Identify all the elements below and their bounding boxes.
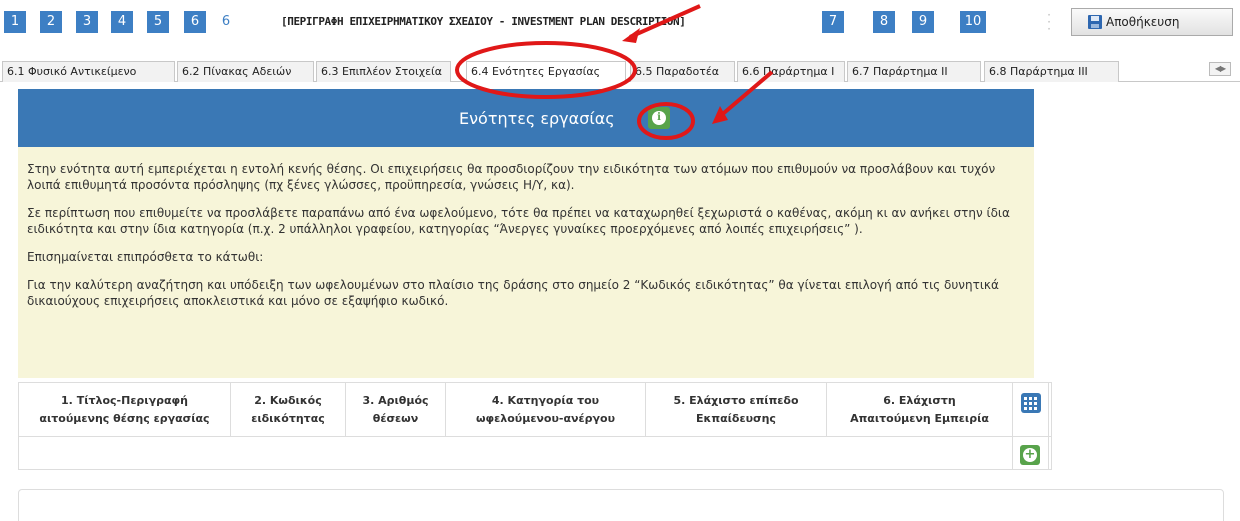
column-header-title-line2: αιτούμενης θέσης εργασίας — [39, 412, 210, 425]
tab-6-5[interactable]: 6.5 Παραδοτέα — [630, 61, 735, 82]
tab-6-7[interactable]: 6.7 Παράρτημα II — [847, 61, 981, 82]
bottom-panel — [18, 489, 1224, 521]
table-header-row: 1. Τίτλος-Περιγραφή αιτούμενης θέσης εργ… — [18, 382, 1052, 437]
column-header-beneficiary-category-line2: ωφελούμενου-ανέργου — [475, 412, 616, 425]
column-header-beneficiary-category[interactable]: 4. Κατηγορία του ωφελούμενου-ανέργου — [446, 383, 646, 436]
step-title: [ΠΕΡΙΓΡΑΦΗ ΕΠΙΧΕΙΡΗΜΑΤΙΚΟΥ ΣΧΕΔΙΟΥ - INV… — [281, 15, 686, 28]
column-chooser-cell — [1013, 383, 1049, 436]
notice-paragraph-3: Επισημαίνεται επιπρόσθετα το κάτωθι: — [27, 250, 264, 264]
column-header-title-line1: 1. Τίτλος-Περιγραφή — [61, 394, 188, 407]
column-header-experience-line1: 6. Ελάχιστη — [883, 394, 956, 407]
column-header-beneficiary-category-line1: 4. Κατηγορία του — [491, 394, 600, 407]
column-header-positions[interactable]: 3. Αριθμός θέσεων — [346, 383, 446, 436]
step-6-button[interactable]: 6 — [184, 11, 206, 33]
notice-paragraph-2: Σε περίπτωση που επιθυμείτε να προσλάβετ… — [27, 206, 1010, 236]
step-1-button[interactable]: 1 — [4, 11, 26, 33]
step-8-button[interactable]: 8 — [873, 11, 895, 33]
column-header-education-level-line2: Εκπαίδευσης — [696, 412, 776, 425]
column-header-positions-line2: θέσεων — [372, 412, 419, 425]
notice-paragraph-1: Στην ενότητα αυτή εμπεριέχεται η εντολή … — [27, 162, 996, 192]
save-button-label: Αποθήκευση — [1106, 15, 1180, 29]
floppy-disk-icon — [1088, 15, 1102, 29]
info-icon: i — [652, 111, 666, 125]
info-button[interactable]: i — [648, 107, 670, 129]
column-header-specialty-code-line1: 2. Κωδικός — [254, 394, 322, 407]
panel-title: Ενότητες εργασίας — [459, 109, 615, 128]
step-navigation: 1 2 3 4 5 6 6 [ΠΕΡΙΓΡΑΦΗ ΕΠΙΧΕΙΡΗΜΑΤΙΚΟΥ… — [0, 0, 1240, 62]
tab-6-1[interactable]: 6.1 Φυσικό Αντικείμενο — [2, 61, 175, 82]
section-tabs: 6.1 Φυσικό Αντικείμενο 6.2 Πίνακας Αδειώ… — [0, 60, 1240, 83]
row-divider — [1012, 437, 1013, 469]
column-header-specialty-code[interactable]: 2. Κωδικός ειδικότητας — [231, 383, 346, 436]
tab-scroll-arrows-icon[interactable]: ◀▶ — [1209, 62, 1231, 76]
column-header-education-level[interactable]: 5. Ελάχιστο επίπεδο Εκπαίδευσης — [646, 383, 827, 436]
column-header-title[interactable]: 1. Τίτλος-Περιγραφή αιτούμενης θέσης εργ… — [19, 383, 231, 436]
step-3-button[interactable]: 3 — [76, 11, 98, 33]
page: 1 2 3 4 5 6 6 [ΠΕΡΙΓΡΑΦΗ ΕΠΙΧΕΙΡΗΜΑΤΙΚΟΥ… — [0, 0, 1240, 521]
tab-6-4[interactable]: 6.4 Ενότητες Εργασίας — [466, 61, 626, 83]
more-vertical-icon: · · · — [1047, 8, 1051, 36]
step-6-current-label: 6 — [221, 14, 231, 29]
save-button[interactable]: Αποθήκευση — [1071, 8, 1233, 36]
tab-6-6[interactable]: 6.6 Παράρτημα I — [737, 61, 845, 82]
add-row-button[interactable]: + — [1020, 445, 1040, 465]
table-add-row: + — [18, 436, 1052, 470]
instructions-notice: Στην ενότητα αυτή εμπεριέχεται η εντολή … — [18, 147, 1034, 378]
row-divider — [1048, 437, 1049, 469]
step-7-button[interactable]: 7 — [822, 11, 844, 33]
plus-circle-icon: + — [1023, 447, 1037, 462]
tab-6-3[interactable]: 6.3 Επιπλέον Στοιχεία — [316, 61, 451, 82]
tab-6-2[interactable]: 6.2 Πίνακας Αδειών — [177, 61, 314, 82]
step-5-button[interactable]: 5 — [147, 11, 169, 33]
column-header-positions-line1: 3. Αριθμός — [362, 394, 429, 407]
column-header-specialty-code-line2: ειδικότητας — [251, 412, 325, 425]
step-10-button[interactable]: 10 — [960, 11, 986, 33]
column-header-education-level-line1: 5. Ελάχιστο επίπεδο — [673, 394, 799, 407]
notice-paragraph-4: Για την καλύτερη αναζήτηση και υπόδειξη … — [27, 278, 999, 308]
step-2-button[interactable]: 2 — [40, 11, 62, 33]
step-4-button[interactable]: 4 — [111, 11, 133, 33]
step-9-button[interactable]: 9 — [912, 11, 934, 33]
tab-6-8[interactable]: 6.8 Παράρτημα III — [984, 61, 1119, 82]
grid-icon[interactable] — [1021, 393, 1041, 413]
panel-header: Ενότητες εργασίας i — [18, 89, 1034, 147]
column-header-experience[interactable]: 6. Ελάχιστη Απαιτούμενη Εμπειρία — [827, 383, 1013, 436]
column-header-experience-line2: Απαιτούμενη Εμπειρία — [850, 412, 989, 425]
